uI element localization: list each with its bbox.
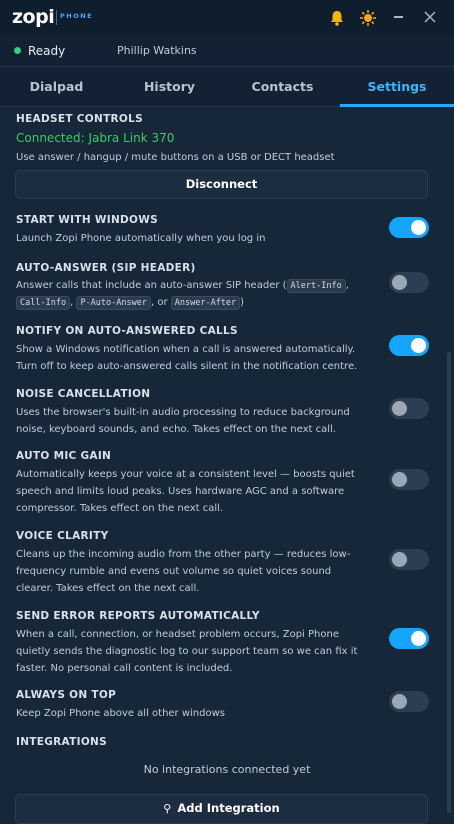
headset-description: Use answer / hangup / mute buttons on a … (16, 152, 335, 163)
setting-desc-noise-cancellation: Uses the browser's built-in audio proces… (16, 407, 350, 435)
auto-answer-text: Answer calls that include an auto-answer… (16, 280, 287, 291)
toggle-auto-mic-gain[interactable] (389, 469, 429, 490)
code-answer-after: Answer-After (170, 296, 241, 310)
add-integration-button[interactable]: ⚲ Add Integration (15, 794, 428, 824)
toggle-send-error-reports[interactable] (389, 628, 429, 649)
tab-dialpad[interactable]: Dialpad (0, 67, 113, 107)
setting-desc-voice-clarity: Cleans up the incoming audio from the ot… (16, 549, 351, 594)
setting-desc-auto-answer: Answer calls that include an auto-answer… (16, 277, 371, 311)
auto-answer-sep: , or (150, 297, 168, 308)
setting-desc-auto-mic-gain: Automatically keeps your voice at a cons… (16, 469, 355, 514)
toggle-always-on-top[interactable] (389, 691, 429, 712)
status-bar: Ready Phillip Watkins (0, 36, 454, 66)
toggle-knob (392, 472, 407, 487)
integrations-empty-message: No integrations connected yet (143, 763, 311, 776)
close-icon[interactable] (421, 8, 439, 26)
code-call-info: Call-Info (16, 296, 71, 310)
code-alert-info: Alert-Info (286, 279, 346, 293)
title-bar: zopi PHONE (0, 0, 454, 36)
setting-desc-send-error-reports: When a call, connection, or headset prob… (16, 629, 358, 674)
setting-title-voice-clarity: VOICE CLARITY (16, 530, 109, 542)
app-logo-subtitle: PHONE (60, 12, 94, 20)
setting-title-auto-mic-gain: AUTO MIC GAIN (16, 450, 112, 462)
sun-icon[interactable] (359, 9, 377, 27)
auto-answer-sep: , (345, 280, 349, 291)
logo-divider (56, 10, 57, 25)
status-text: Ready (28, 44, 66, 58)
tab-history[interactable]: History (113, 67, 226, 107)
minimize-icon[interactable] (394, 16, 403, 18)
section-title-integrations: INTEGRATIONS (16, 736, 107, 748)
toggle-notify-auto-answered[interactable] (389, 335, 429, 356)
toggle-noise-cancellation[interactable] (389, 398, 429, 419)
setting-title-notify-auto-answered: NOTIFY ON AUTO-ANSWERED CALLS (16, 325, 238, 337)
active-tab-indicator (340, 104, 454, 107)
auto-answer-text-end: ) (240, 297, 245, 308)
plug-icon: ⚲ (163, 802, 172, 815)
tab-contacts[interactable]: Contacts (226, 67, 339, 107)
bell-icon[interactable] (328, 9, 346, 27)
setting-title-always-on-top: ALWAYS ON TOP (16, 689, 117, 701)
toggle-voice-clarity[interactable] (389, 549, 429, 570)
tab-settings[interactable]: Settings (340, 67, 454, 107)
tab-bar: Dialpad History Contacts Settings (0, 66, 454, 107)
status-indicator (14, 47, 21, 54)
app-logo: zopi (12, 6, 55, 28)
setting-title-start-with-windows: START WITH WINDOWS (16, 214, 159, 226)
setting-desc-notify-auto-answered: Show a Windows notification when a call … (16, 344, 358, 372)
toggle-auto-answer[interactable] (389, 272, 429, 293)
user-name: Phillip Watkins (117, 44, 197, 57)
setting-title-noise-cancellation: NOISE CANCELLATION (16, 388, 151, 400)
code-p-auto-answer: P-Auto-Answer (76, 296, 151, 310)
scrollbar[interactable] (447, 352, 451, 813)
toggle-knob (411, 338, 426, 353)
toggle-knob (392, 694, 407, 709)
auto-answer-sep: , (70, 297, 74, 308)
toggle-knob (392, 552, 407, 567)
setting-desc-start-with-windows: Launch Zopi Phone automatically when you… (16, 233, 266, 244)
section-title-headset: HEADSET CONTROLS (16, 113, 144, 125)
setting-desc-always-on-top: Keep Zopi Phone above all other windows (16, 708, 225, 719)
toggle-start-with-windows[interactable] (389, 217, 429, 238)
toggle-knob (392, 401, 407, 416)
setting-title-auto-answer: AUTO-ANSWER (SIP HEADER) (16, 262, 196, 274)
headset-connected-status: Connected: Jabra Link 370 (16, 131, 175, 145)
toggle-knob (392, 275, 407, 290)
toggle-knob (411, 220, 426, 235)
toggle-knob (411, 631, 426, 646)
setting-title-send-error-reports: SEND ERROR REPORTS AUTOMATICALLY (16, 610, 260, 622)
disconnect-button[interactable]: Disconnect (15, 170, 428, 199)
